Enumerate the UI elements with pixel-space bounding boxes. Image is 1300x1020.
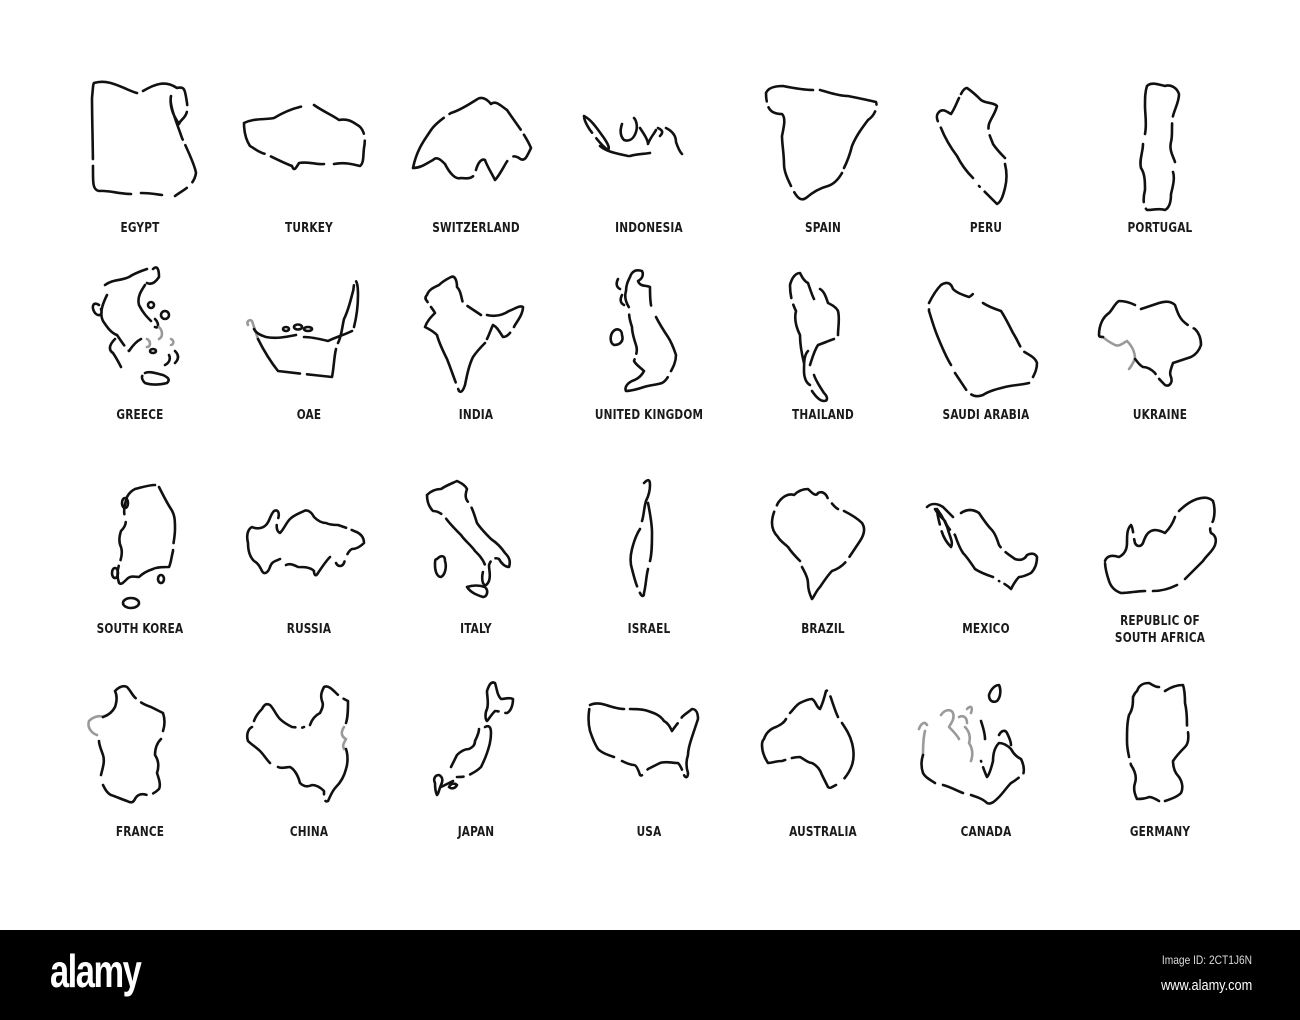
country-label: PERU <box>969 221 1003 236</box>
country-label: CHINA <box>289 825 329 840</box>
country-icon-grid: EGYPT TURKEY SWITZERLAND INDONESIA SPAIN PERU… <box>0 0 1300 930</box>
thailand-outline-icon <box>738 255 908 405</box>
country-label: SPAIN <box>805 221 841 236</box>
saudi-arabia-outline-icon <box>901 255 1071 405</box>
australia-outline-icon <box>738 665 908 815</box>
country-label: REPUBLIC OF SOUTH AFRICA <box>1114 614 1206 646</box>
country-label: THAILAND <box>792 408 854 423</box>
country-label: EGYPT <box>120 221 160 236</box>
mexico-outline-icon <box>901 463 1071 613</box>
website-url: www.alamy.com <box>1160 977 1252 994</box>
country-label: UKRAINE <box>1132 408 1188 423</box>
brazil-outline-icon <box>738 463 908 613</box>
uk-outline-icon <box>564 255 734 405</box>
country-label: ISRAEL <box>627 622 671 637</box>
china-outline-icon <box>224 665 394 815</box>
country-label: ITALY <box>460 622 492 637</box>
greece-outline-icon <box>55 255 225 405</box>
country-label: INDONESIA <box>615 221 683 236</box>
alamy-logo: alamy <box>50 945 142 997</box>
germany-outline-icon <box>1075 665 1245 815</box>
country-label: INDIA <box>458 408 494 423</box>
france-outline-icon <box>55 665 225 815</box>
italy-outline-icon <box>391 463 561 613</box>
country-label: UNITED KINGDOM <box>594 408 704 423</box>
country-label: RUSSIA <box>286 622 332 637</box>
japan-outline-icon <box>391 665 561 815</box>
russia-outline-icon <box>224 463 394 613</box>
israel-outline-icon <box>564 463 734 613</box>
portugal-outline-icon <box>1075 68 1245 218</box>
country-label: SOUTH KOREA <box>96 622 184 637</box>
egypt-outline-icon <box>55 68 225 218</box>
country-label: AUSTRALIA <box>789 825 857 840</box>
turkey-outline-icon <box>224 68 394 218</box>
country-label: GREECE <box>116 408 164 423</box>
country-label: CANADA <box>960 825 1012 840</box>
ukraine-outline-icon <box>1075 255 1245 405</box>
south-korea-outline-icon <box>55 463 225 613</box>
canada-outline-icon <box>901 665 1071 815</box>
country-label: MEXICO <box>962 622 1010 637</box>
south-africa-outline-icon <box>1075 463 1245 613</box>
watermark-footer: alamy Image ID: 2CT1J6N www.alamy.com <box>0 930 1300 1020</box>
peru-outline-icon <box>901 68 1071 218</box>
india-outline-icon <box>391 255 561 405</box>
uae-outline-icon <box>224 255 394 405</box>
country-label: JAPAN <box>457 825 495 840</box>
country-label: TURKEY <box>285 221 333 236</box>
country-label: GERMANY <box>1129 825 1191 840</box>
usa-outline-icon <box>564 665 734 815</box>
image-id: Image ID: 2CT1J6N <box>1161 953 1252 967</box>
country-label: SWITZERLAND <box>432 221 520 236</box>
country-label: USA <box>636 825 662 840</box>
country-label: PORTUGAL <box>1127 221 1193 236</box>
spain-outline-icon <box>738 68 908 218</box>
country-label: FRANCE <box>115 825 165 840</box>
country-label: SAUDI ARABIA <box>942 408 1030 423</box>
country-label: OAE <box>296 408 322 423</box>
country-label: BRAZIL <box>801 622 845 637</box>
indonesia-outline-icon <box>564 68 734 218</box>
switzerland-outline-icon <box>391 68 561 218</box>
